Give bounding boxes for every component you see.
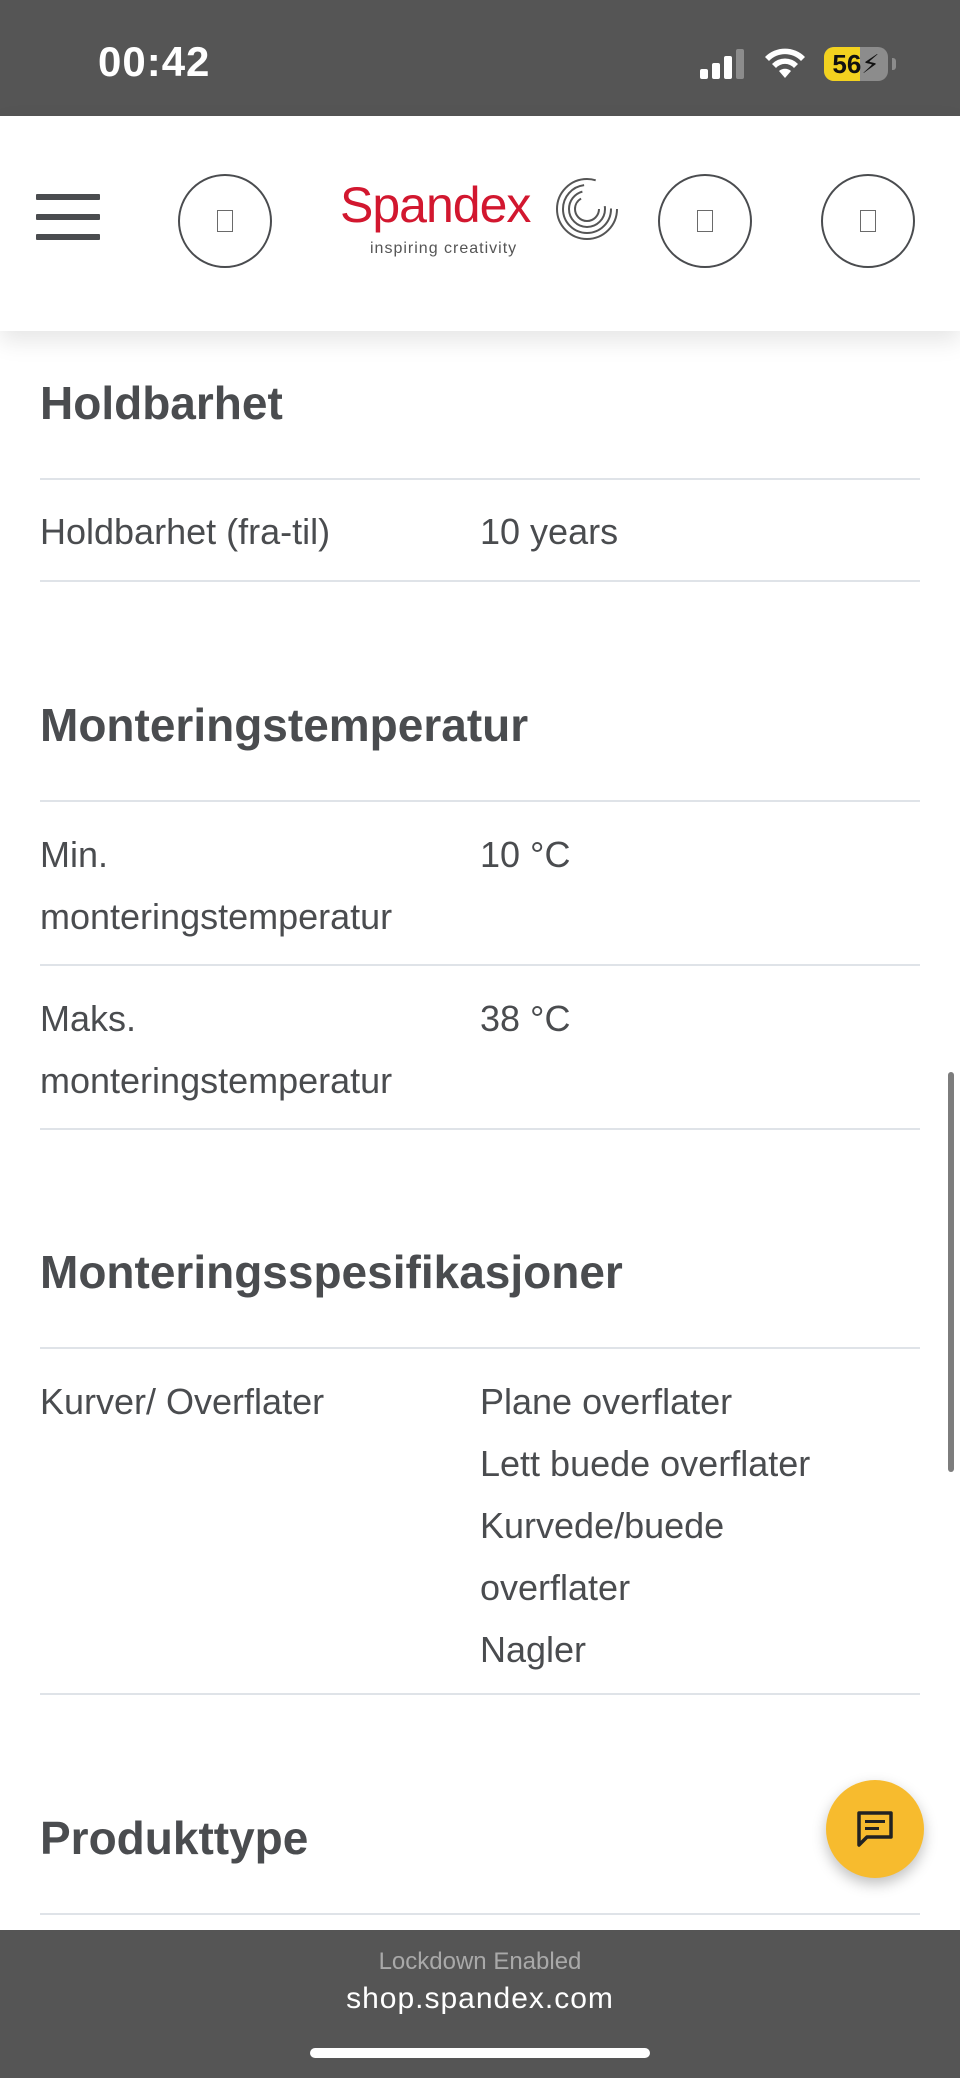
spec-value-line: overflater (480, 1567, 631, 1608)
home-indicator[interactable] (310, 2048, 650, 2058)
lockdown-label: Lockdown Enabled (378, 1948, 582, 1975)
browser-url-bar: Lockdown Enabled shop.spandex.com (0, 1930, 960, 2078)
account-icon (697, 210, 713, 232)
spec-label: Kurver/ Overflater (40, 1381, 325, 1422)
divider (40, 1693, 920, 1695)
wifi-icon (765, 48, 805, 78)
cart-icon (860, 210, 876, 232)
search-icon (217, 210, 233, 232)
logo-wordmark: Spandex (340, 177, 531, 233)
account-button[interactable] (658, 174, 752, 268)
divider (40, 1347, 920, 1349)
divider (40, 800, 920, 802)
spec-label: Maks. monteringstemperatur (40, 998, 393, 1101)
battery-cap (892, 58, 896, 70)
search-button[interactable] (178, 174, 272, 268)
chat-icon (857, 1811, 893, 1847)
status-icons: 56⚡ (700, 44, 896, 84)
section-title-monteringsspesifikasjoner: Monteringsspesifikasjoner (40, 1246, 623, 1298)
charging-bolt-icon: ⚡ (861, 48, 880, 79)
spec-value: 10 °C (480, 834, 571, 875)
spec-value-line: Plane overflater (480, 1381, 733, 1422)
spec-value: 38 °C (480, 998, 571, 1039)
divider (40, 964, 920, 966)
spec-value-line: Kurvede/buede (480, 1505, 725, 1546)
status-time: 00:42 (98, 38, 211, 85)
spec-value-line: Lett buede overflater (480, 1443, 811, 1484)
status-bar: 00:42 56⚡ (0, 0, 960, 116)
logo-tagline: inspiring creativity (370, 240, 518, 257)
spec-value-list: Plane overflater Lett buede overflater K… (480, 1371, 910, 1681)
spec-value-line: Nagler (480, 1629, 587, 1670)
section-title-monteringstemperatur: Monteringstemperatur (40, 699, 529, 751)
cart-button[interactable] (821, 174, 915, 268)
section-title-produkttype: Produkttype (40, 1812, 309, 1864)
url-address[interactable]: shop.spandex.com (0, 1982, 960, 2016)
site-header: Spandex inspiring creativity (0, 116, 960, 331)
battery-icon: 56⚡ (824, 47, 888, 81)
section-title-holdbarhet: Holdbarhet (40, 377, 283, 429)
signal-icon (700, 49, 744, 79)
divider (40, 1913, 920, 1915)
spec-label: Holdbarhet (fra-til) (40, 511, 331, 552)
logo-swirl-icon (556, 178, 618, 240)
divider (40, 580, 920, 582)
spandex-logo[interactable]: Spandex inspiring creativity (340, 176, 630, 266)
hamburger-menu-icon[interactable] (36, 194, 100, 240)
divider (40, 1128, 920, 1130)
chat-button[interactable] (826, 1780, 924, 1878)
spec-value: 10 years (480, 511, 619, 552)
spec-label: Min. monteringstemperatur (40, 834, 393, 937)
page-scrollbar[interactable] (948, 1072, 954, 1472)
battery-level: 56⚡ (832, 48, 880, 79)
divider (40, 478, 920, 480)
